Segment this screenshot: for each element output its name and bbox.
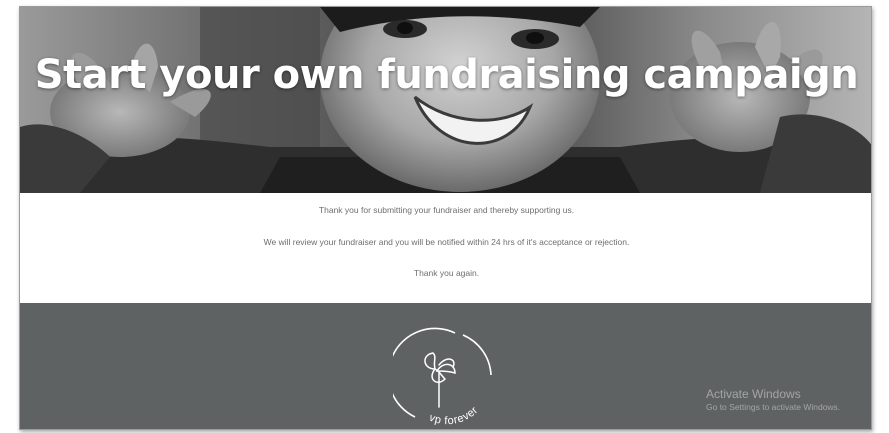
- activate-windows-subtitle: Go to Settings to activate Windows.: [706, 402, 841, 412]
- activate-windows-watermark: Activate Windows Go to Settings to activ…: [706, 387, 840, 413]
- review-notice-text: We will review your fundraiser and you w…: [263, 237, 630, 247]
- logo-text: vp forever: [427, 404, 480, 427]
- thank-you-again-text: Thank you again.: [413, 268, 480, 278]
- hero-banner: Start your own fundraising campaign: [20, 7, 871, 193]
- fundraiser-confirmation-page: Start your own fundraising campaign Than…: [19, 6, 872, 430]
- browser-viewport: Start your own fundraising campaign Than…: [0, 0, 889, 433]
- hero-photo: [20, 7, 871, 193]
- activate-windows-title: Activate Windows: [706, 387, 801, 401]
- footer: vp forever Activate Windows Go to Settin…: [20, 303, 871, 429]
- vp-forever-logo[interactable]: vp forever: [393, 325, 497, 429]
- thank-you-text: Thank you for submitting your fundraiser…: [318, 205, 575, 215]
- confirmation-message: Thank you for submitting your fundraiser…: [20, 193, 871, 303]
- page-title: Start your own fundraising campaign: [34, 52, 859, 98]
